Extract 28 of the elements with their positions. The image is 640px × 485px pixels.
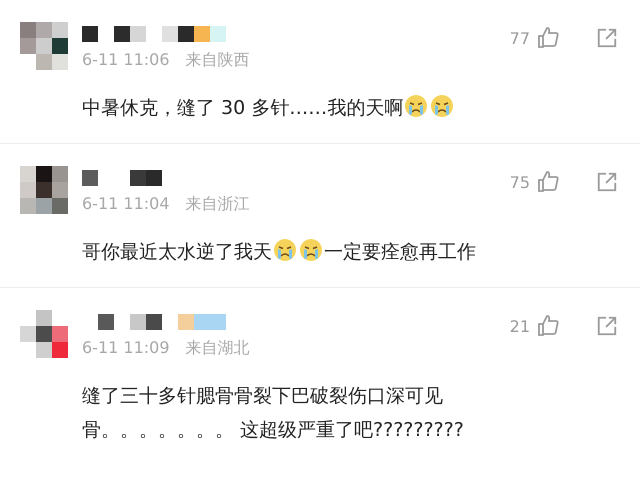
share-icon[interactable]: [596, 315, 618, 337]
avatar-drawing[interactable]: [20, 166, 68, 214]
share-icon[interactable]: [596, 171, 618, 193]
avatar-drawing[interactable]: [20, 310, 68, 358]
comment-text: 一定要痊愈再工作: [324, 241, 476, 263]
comment-text: 缝了三十多针腮骨骨裂下巴破裂伤口深可见骨。。。。。。。 这超级严重了吧?????????: [82, 385, 464, 441]
crying-face-icon: [299, 238, 323, 262]
username-drawing[interactable]: [82, 170, 162, 186]
crying-face-icon: [404, 94, 428, 118]
crying-face-icon: [430, 94, 454, 118]
comment-time: 6-11 11:04: [82, 194, 170, 215]
thumbs-up-icon[interactable]: [536, 170, 560, 194]
comment-text: 中暑休克，缝了 30 多针……我的天啊: [82, 97, 404, 119]
comment-location: 来自湖北: [186, 338, 250, 359]
like-count: 75: [510, 172, 530, 192]
avatar-drawing[interactable]: [20, 22, 68, 70]
comment-time: 6-11 11:06: [82, 50, 170, 71]
comment-location: 来自浙江: [186, 194, 250, 215]
share-icon[interactable]: [596, 27, 618, 49]
like-count: 21: [510, 316, 530, 336]
crying-face-icon: [273, 238, 297, 262]
like-count: 77: [510, 28, 530, 48]
username-drawing[interactable]: [82, 26, 226, 42]
comment-time: 6-11 11:09: [82, 338, 170, 359]
thumbs-up-icon[interactable]: [536, 314, 560, 338]
comment-text: 哥你最近太水逆了我天: [82, 241, 272, 263]
thumbs-up-icon[interactable]: [536, 26, 560, 50]
comment-location: 来自陕西: [186, 50, 250, 71]
